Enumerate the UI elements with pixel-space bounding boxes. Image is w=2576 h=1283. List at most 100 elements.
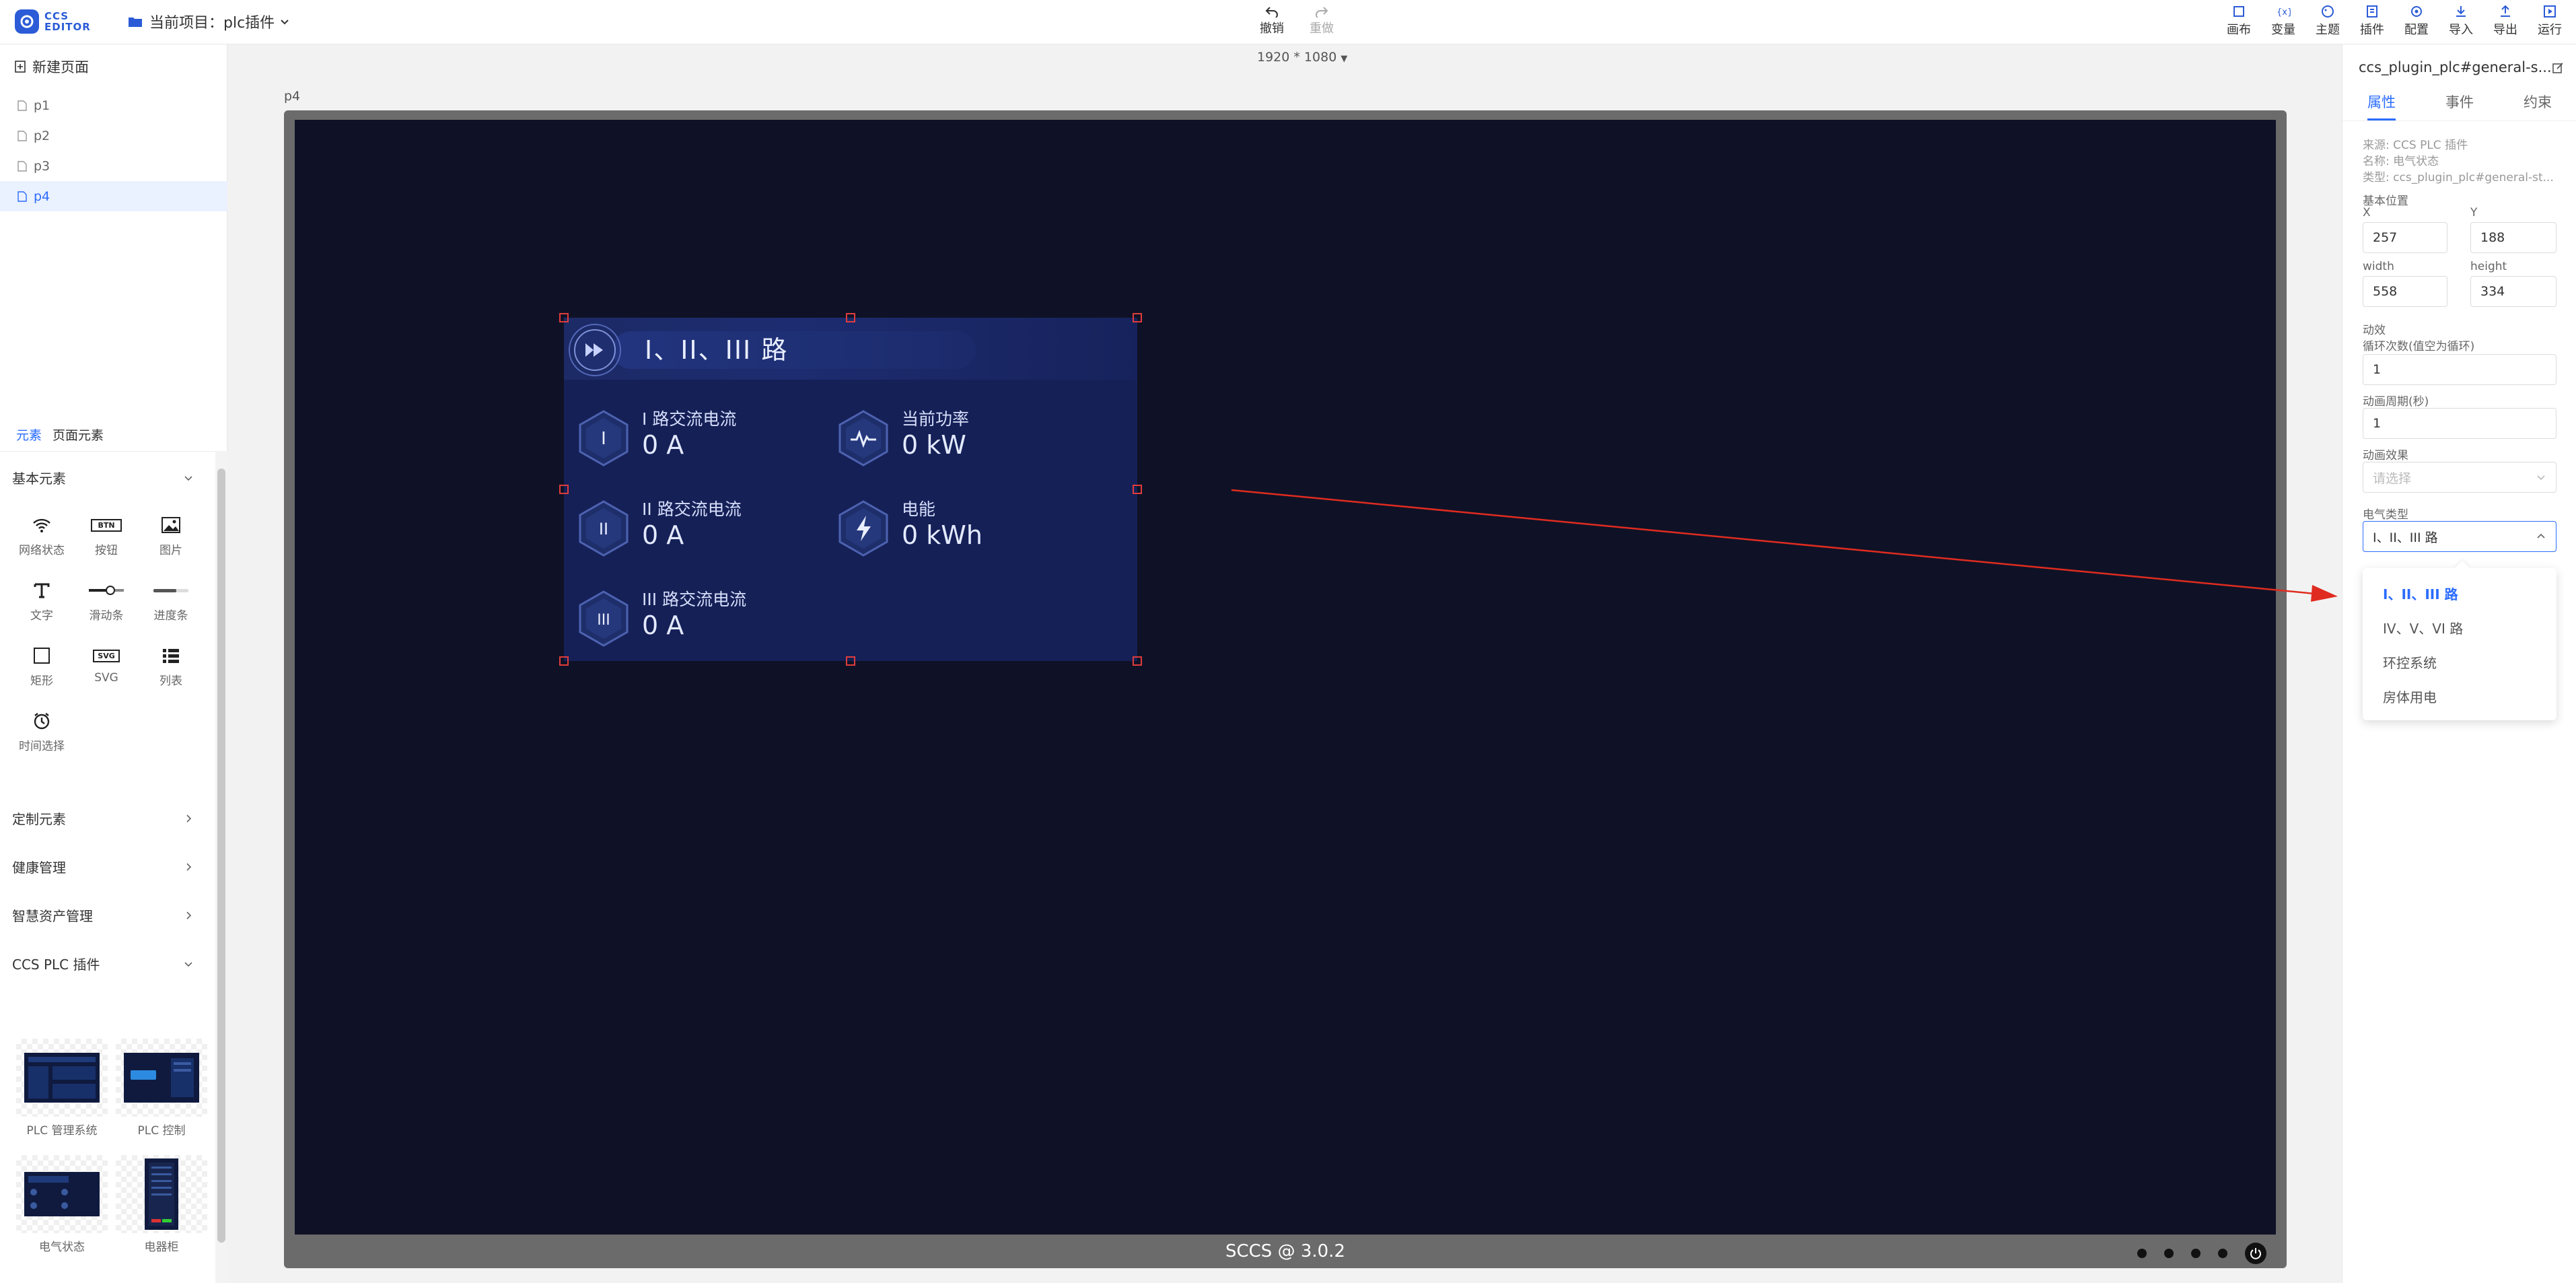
widget-header: I、II、III 路 [564, 318, 1137, 380]
x-label: X [2363, 206, 2371, 219]
theme-button[interactable]: 主题 [2312, 4, 2343, 38]
tab-constraints[interactable]: 约束 [2524, 88, 2552, 120]
info-type: 类型: ccs_plugin_plc#general-st... [2363, 171, 2554, 184]
x-input[interactable]: 257 [2363, 222, 2447, 253]
resize-handle-s[interactable] [846, 656, 855, 666]
section-basic[interactable]: 基本元素 [12, 468, 194, 487]
export-label: 导出 [2493, 23, 2517, 37]
caret-down-icon: ▼ [1340, 54, 1348, 64]
svg-icon: SVG [93, 649, 120, 662]
option-lines-1-3[interactable]: I、II、III 路 [2363, 576, 2556, 611]
plugin-plc-control[interactable]: PLC 控制 [112, 1039, 211, 1138]
element-network[interactable]: 网络状态 [9, 512, 74, 557]
resolution-selector[interactable]: 1920 * 1080 ▼ [1257, 50, 1347, 65]
export-button[interactable]: 导出 [2490, 4, 2521, 38]
loop-input[interactable]: 1 [2363, 354, 2556, 385]
config-button[interactable]: 配置 [2401, 4, 2432, 38]
resize-handle-n[interactable] [846, 313, 855, 322]
chevron-right-icon [186, 911, 192, 920]
element-text[interactable]: 文字 [9, 578, 74, 623]
effect-select[interactable]: 请选择 [2363, 462, 2556, 493]
properties-panel: ccs_plugin_plc#general-s... 属性 事件 约束 来源:… [2342, 44, 2576, 1283]
resize-handle-w[interactable] [559, 485, 569, 494]
element-label: 按钮 [95, 544, 118, 557]
width-input[interactable]: 558 [2363, 276, 2447, 307]
new-page-label: 新建页面 [32, 59, 89, 75]
canvas-button[interactable]: 画布 [2223, 4, 2254, 38]
section-basic-label: 基本元素 [12, 471, 66, 487]
svg-text:III: III [597, 612, 610, 629]
tab-properties[interactable]: 属性 [2367, 88, 2396, 120]
element-label: 矩形 [30, 674, 53, 688]
text-icon [34, 583, 50, 598]
edit-icon[interactable] [2552, 62, 2564, 74]
button-icon: BTN [91, 518, 122, 532]
design-canvas[interactable]: I、II、III 路 I I 路交流电流 0 A II II 路交流电流 0 A I… [295, 120, 2276, 1235]
element-list[interactable]: 列表 [139, 643, 203, 688]
redo-label: 重做 [1310, 22, 1334, 36]
section-health[interactable]: 健康管理 [12, 857, 194, 876]
resize-handle-se[interactable] [1133, 656, 1142, 666]
page-item-p4[interactable]: p4 [0, 181, 227, 211]
y-input[interactable]: 188 [2470, 222, 2556, 253]
option-env-control[interactable]: 环控系统 [2363, 645, 2556, 679]
plugin-button[interactable]: 插件 [2357, 4, 2388, 38]
import-button[interactable]: 导入 [2445, 4, 2476, 38]
scrollbar-thumb[interactable] [217, 469, 225, 1243]
element-button[interactable]: BTN 按钮 [74, 512, 139, 557]
add-page-icon [15, 61, 26, 73]
resize-handle-nw[interactable] [559, 313, 569, 322]
element-time-picker[interactable]: 时间选择 [9, 708, 74, 753]
plugin-label: 电器柜 [144, 1241, 179, 1254]
plugin-plc-management[interactable]: PLC 管理系统 [12, 1039, 112, 1138]
plugin-electrical-status[interactable]: 电气状态 [12, 1155, 112, 1254]
tab-elements[interactable]: 元素 [16, 425, 42, 444]
tab-events[interactable]: 事件 [2445, 88, 2474, 120]
sidebar-scrollbar[interactable] [215, 451, 227, 1283]
section-asset[interactable]: 智慧资产管理 [12, 905, 194, 925]
top-bar: CCS EDITOR 当前项目：plc插件 撤销 重做 画布 {x}变量 主题 … [0, 0, 2576, 44]
element-progress[interactable]: 进度条 [139, 578, 203, 623]
metric-value: 0 A [642, 430, 684, 460]
plugin-label: 电气状态 [39, 1241, 85, 1254]
period-input[interactable]: 1 [2363, 408, 2556, 439]
electrical-type-select[interactable]: I、II、III 路 [2363, 521, 2556, 552]
plugin-cabinet[interactable]: 电器柜 [112, 1155, 211, 1254]
wifi-icon [33, 518, 50, 532]
tab-page-elements[interactable]: 页面元素 [52, 425, 104, 444]
app-logo[interactable]: CCS EDITOR [15, 9, 91, 34]
resize-handle-sw[interactable] [559, 656, 569, 666]
page-item-p1[interactable]: p1 [0, 90, 227, 120]
page-item-label: p3 [34, 158, 50, 174]
page-item-p2[interactable]: p2 [0, 120, 227, 151]
palette-icon [2322, 5, 2334, 18]
element-rectangle[interactable]: 矩形 [9, 643, 74, 688]
variable-button[interactable]: {x} 变量 [2268, 4, 2299, 38]
resize-handle-ne[interactable] [1133, 313, 1142, 322]
logo-text: CCS EDITOR [44, 11, 91, 32]
section-custom[interactable]: 定制元素 [12, 808, 194, 828]
page-icon [17, 160, 27, 172]
element-image[interactable]: 图片 [139, 512, 203, 557]
resize-handle-e[interactable] [1133, 485, 1142, 494]
run-button[interactable]: 运行 [2534, 4, 2565, 38]
electrical-status-widget[interactable]: I、II、III 路 I I 路交流电流 0 A II II 路交流电流 0 A I… [559, 313, 1142, 666]
logo-text-line1: CCS [44, 10, 69, 22]
metric-line2-current: II II 路交流电流 0 A [577, 499, 742, 557]
element-label: 滑动条 [89, 609, 124, 623]
metric-value: 0 A [642, 520, 684, 550]
height-input[interactable]: 334 [2470, 276, 2556, 307]
element-slider[interactable]: 滑动条 [74, 578, 139, 623]
new-page-button[interactable]: 新建页面 [15, 57, 89, 77]
redo-button[interactable]: 重做 [1307, 5, 1336, 36]
option-lines-4-6[interactable]: IV、V、VI 路 [2363, 611, 2556, 645]
undo-button[interactable]: 撤销 [1257, 5, 1287, 36]
option-room-power[interactable]: 房体用电 [2363, 679, 2556, 714]
section-plc[interactable]: CCS PLC 插件 [12, 954, 194, 973]
page-item-p3[interactable]: p3 [0, 151, 227, 181]
monitor-dot [2191, 1249, 2201, 1258]
project-label: 当前项目：plc插件 [149, 15, 275, 32]
rectangle-icon [34, 648, 50, 664]
element-svg[interactable]: SVG SVG [74, 643, 139, 688]
project-selector[interactable]: 当前项目：plc插件 [128, 11, 291, 32]
